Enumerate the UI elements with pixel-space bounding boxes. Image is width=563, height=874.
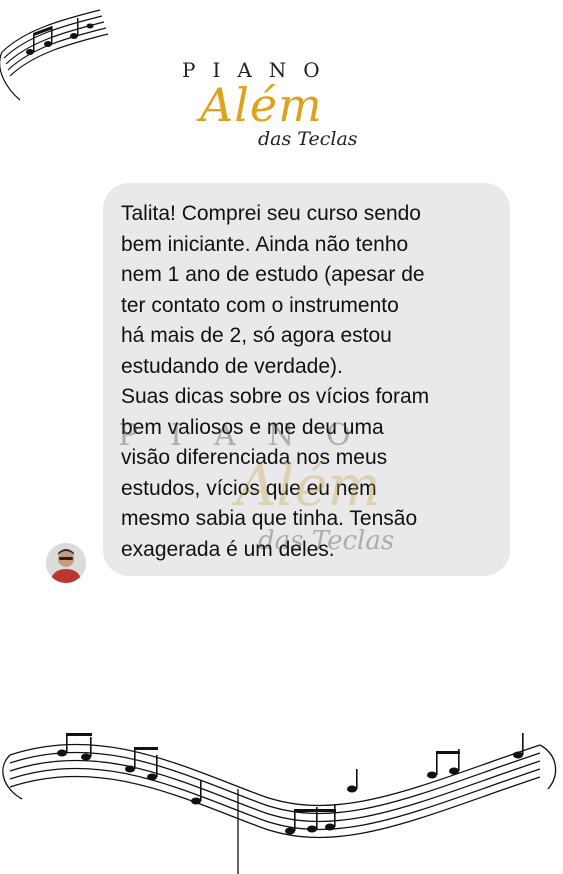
message-bubble: Talita! Comprei seu curso sendo bem inic… — [103, 183, 510, 576]
message-text: Talita! Comprei seu curso sendo bem inic… — [121, 202, 430, 561]
brand-logo: PIANO Além das Teclas — [160, 52, 400, 152]
music-staff-bottom-icon — [2, 733, 557, 874]
person-icon — [46, 543, 86, 583]
user-avatar[interactable] — [46, 543, 86, 583]
logo-das-teclas-text: das Teclas — [258, 128, 358, 150]
logo-alem-text: Além — [200, 78, 323, 132]
music-staff-top-icon — [0, 9, 109, 101]
